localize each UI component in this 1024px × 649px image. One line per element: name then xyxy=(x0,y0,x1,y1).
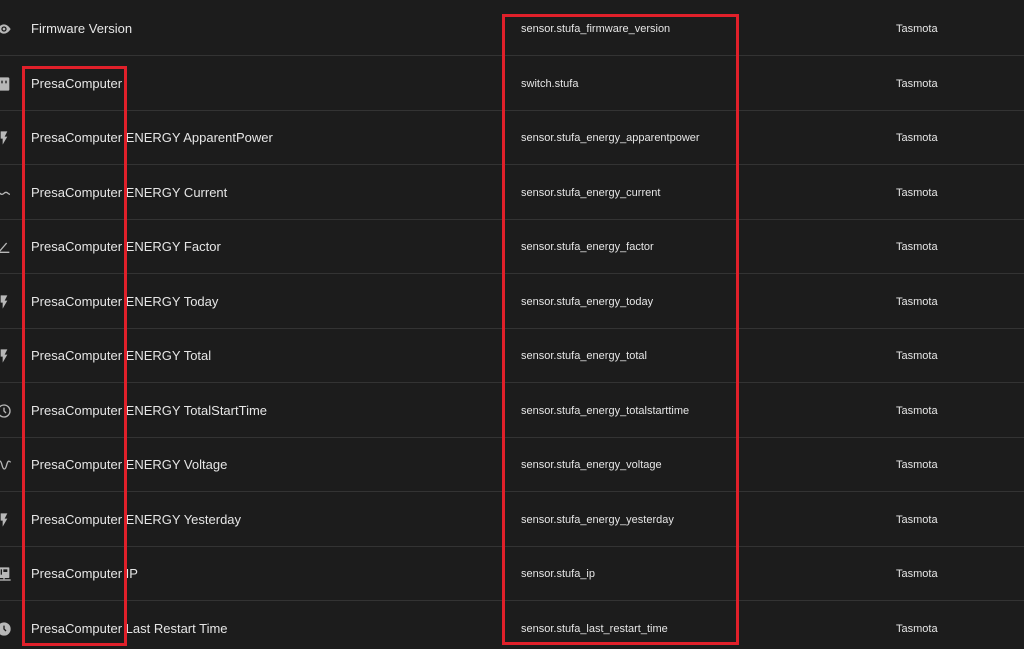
entity-name: PresaComputer xyxy=(31,75,123,91)
table-row[interactable]: PresaComputer ENERGY Yesterday sensor.stu… xyxy=(0,493,1024,547)
entity-id: sensor.stufa_energy_totalstarttime xyxy=(521,404,690,417)
table-row[interactable]: PresaComputer Last Restart Time sensor.st… xyxy=(0,602,1024,649)
entity-id: sensor.stufa_firmware_version xyxy=(521,23,671,35)
entity-id: sensor.stufa_last_restart_time xyxy=(521,622,668,635)
table-row[interactable]: PresaComputer ENERGY Total sensor.stufa_e… xyxy=(0,329,1024,383)
entity-id: switch.stufa xyxy=(521,77,579,90)
entity-id: sensor.stufa_energy_voltage xyxy=(521,459,662,471)
table-row[interactable]: PresaComputer ENERGY ApparentPower sensor… xyxy=(0,111,1024,165)
entity-name: PresaComputer Last Restart Time xyxy=(31,620,228,636)
entity-name: PresaComputer IP xyxy=(31,566,138,581)
clock-filled-icon xyxy=(0,602,12,649)
entity-name: PresaComputer ENERGY ApparentPower xyxy=(31,130,273,145)
entity-id: sensor.stufa_ip xyxy=(521,568,595,580)
clock-icon xyxy=(0,384,12,438)
entity-name: PresaComputer ENERGY Factor xyxy=(31,239,221,254)
entity-name: PresaComputer ENERGY Voltage xyxy=(31,457,228,472)
table-row[interactable]: Firmware Version sensor.stufa_firmware_ve… xyxy=(0,2,1024,56)
integration-name: Tasmota xyxy=(896,23,938,35)
entity-id: sensor.stufa_energy_factor xyxy=(521,241,654,253)
entity-name: PresaComputer ENERGY Today xyxy=(31,293,219,309)
flash-icon xyxy=(0,275,12,329)
entity-id: sensor.stufa_energy_yesterday xyxy=(521,513,674,526)
integration-name: Tasmota xyxy=(896,568,938,580)
entity-name: Firmware Version xyxy=(31,21,133,36)
sine-wave-icon xyxy=(0,438,12,492)
table-row[interactable]: PresaComputer switch.stufa Tasmota xyxy=(0,57,1024,111)
flash-icon xyxy=(0,329,12,383)
table-row[interactable]: PresaComputer ENERGY Current sensor.stufa… xyxy=(0,166,1024,220)
entity-id: sensor.stufa_energy_today xyxy=(521,295,654,308)
integration-name: Tasmota xyxy=(896,295,938,308)
table-row[interactable]: PresaComputer ENERGY Today sensor.stufa_e… xyxy=(0,275,1024,329)
entity-name: PresaComputer ENERGY Total xyxy=(31,348,212,363)
angle-acute-icon xyxy=(0,220,12,274)
ip-network-icon xyxy=(0,547,12,601)
table-row[interactable]: PresaComputer ENERGY Voltage sensor.stufa… xyxy=(0,438,1024,492)
integration-name: Tasmota xyxy=(896,77,938,90)
flash-icon xyxy=(0,493,12,547)
entity-id: sensor.stufa_energy_total xyxy=(521,350,647,362)
table-row[interactable]: PresaComputer ENERGY Factor sensor.stufa_… xyxy=(0,220,1024,274)
integration-name: Tasmota xyxy=(896,459,938,471)
entity-id: sensor.stufa_energy_current xyxy=(521,186,661,199)
entity-name: PresaComputer ENERGY Current xyxy=(31,184,228,200)
table-row[interactable]: PresaComputer IP sensor.stufa_ip Tasmota xyxy=(0,547,1024,601)
entities-table-view: Firmware Version sensor.stufa_firmware_ve… xyxy=(0,0,1024,649)
integration-name: Tasmota xyxy=(896,350,938,362)
flash-icon xyxy=(0,111,12,165)
table-row[interactable]: PresaComputer ENERGY TotalStartTime senso… xyxy=(0,384,1024,438)
integration-name: Tasmota xyxy=(896,241,938,253)
integration-name: Tasmota xyxy=(896,132,938,144)
entity-id: sensor.stufa_energy_apparentpower xyxy=(521,132,700,144)
power-socket-icon xyxy=(0,57,12,111)
integration-name: Tasmota xyxy=(896,186,938,199)
entity-name: PresaComputer ENERGY TotalStartTime xyxy=(31,402,268,418)
integration-name: Tasmota xyxy=(896,404,938,417)
current-ac-icon xyxy=(0,166,12,220)
entity-name: PresaComputer ENERGY Yesterday xyxy=(31,511,242,527)
integration-name: Tasmota xyxy=(896,513,938,526)
eye-icon xyxy=(0,2,12,56)
integration-name: Tasmota xyxy=(896,622,938,635)
